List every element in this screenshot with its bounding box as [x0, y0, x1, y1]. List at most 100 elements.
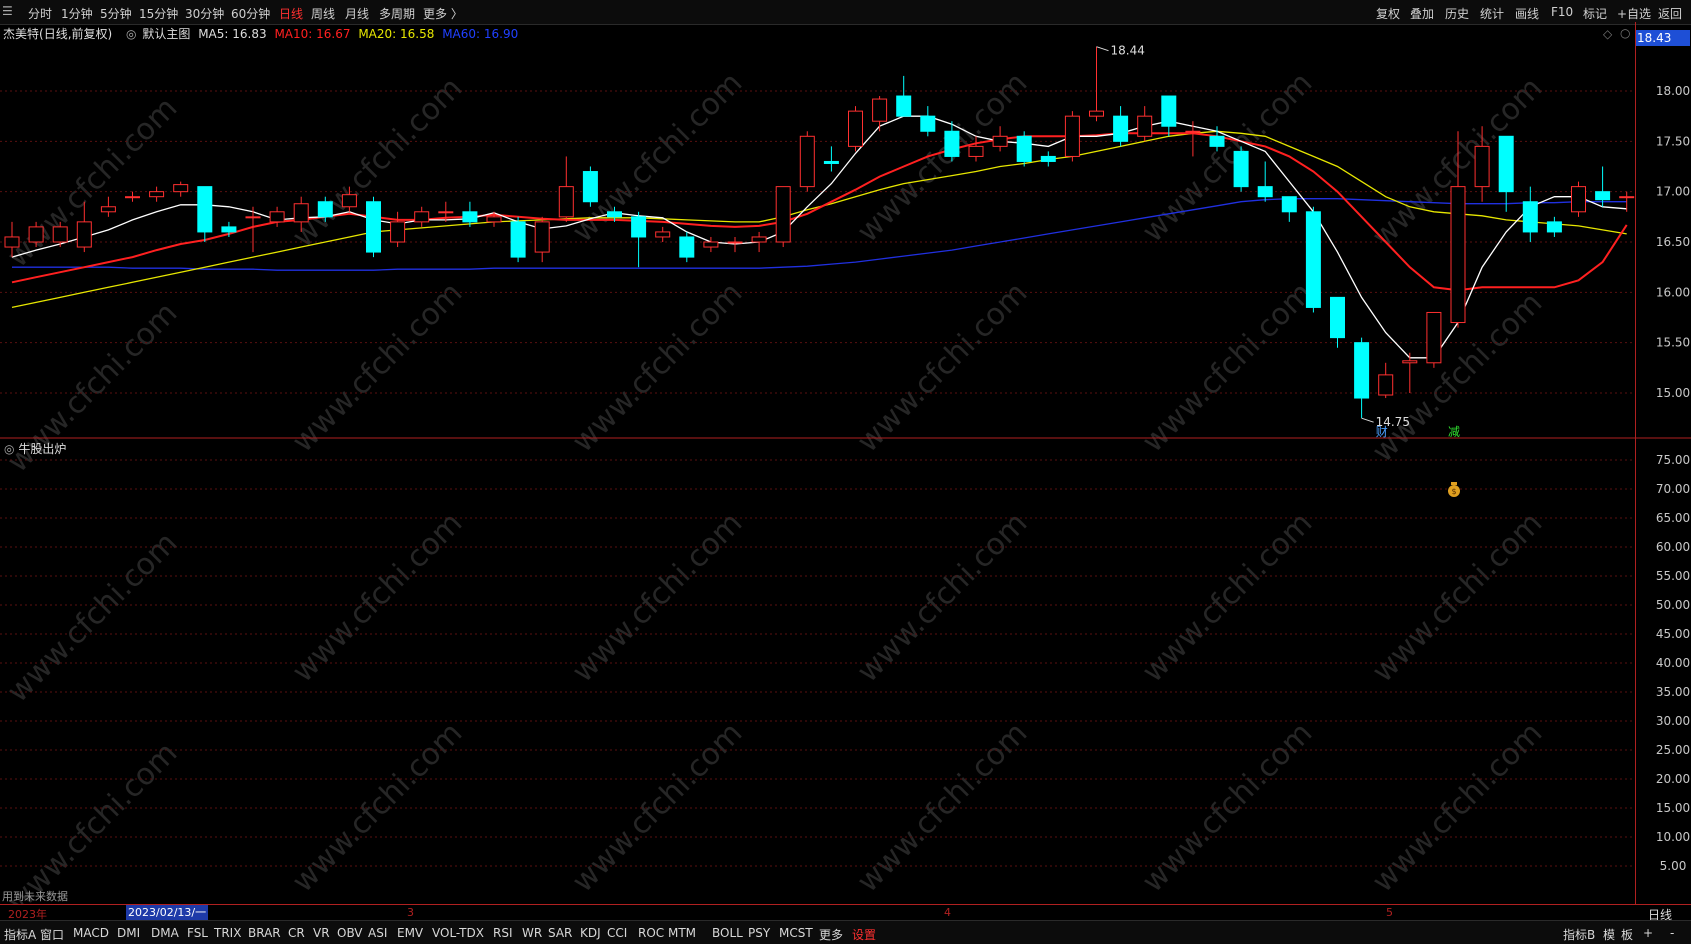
- candle-body-up: [486, 216, 502, 223]
- candle-body-down: [462, 211, 478, 223]
- money-bag-icon-top: [1451, 482, 1457, 485]
- candle-body-up: [269, 211, 285, 223]
- indicator-name[interactable]: 牛股出炉: [18, 442, 66, 456]
- candle-body-up: [992, 135, 1008, 147]
- price-tick-label: 15.00: [1656, 386, 1690, 400]
- bottombar-right-1[interactable]: 模: [1603, 926, 1615, 943]
- candle-body-up: [438, 211, 454, 214]
- candle-body-down: [823, 160, 839, 164]
- indicator-tick-label: 75.00: [1656, 453, 1690, 467]
- indicator-tab-22[interactable]: PSY: [748, 926, 770, 940]
- indicator-tab-2[interactable]: MACD: [73, 926, 109, 940]
- diamond-icon[interactable]: ◇: [1603, 27, 1612, 41]
- mark-button[interactable]: 标记: [1583, 5, 1607, 22]
- indicator-tab-23[interactable]: MCST: [779, 926, 813, 940]
- kline-chart[interactable]: 18.00 17.50 17.00 16.50 16.00 15.50 15.00 18.44…: [0, 22, 1691, 904]
- bottombar-right-0[interactable]: 指标B: [1563, 926, 1595, 943]
- indicator-tab-11[interactable]: ASI: [368, 926, 387, 940]
- indicator-tab-21[interactable]: BOLL: [712, 926, 743, 940]
- tab-15min[interactable]: 15分钟: [139, 5, 178, 22]
- bottombar-right-4[interactable]: -: [1670, 926, 1674, 940]
- indicator-tab-20[interactable]: MTM: [668, 926, 696, 940]
- draw-line-button[interactable]: 画线: [1515, 5, 1539, 22]
- candle-body-up: [968, 145, 984, 157]
- indicator-tab-24[interactable]: 更多: [819, 926, 843, 943]
- indicator-tab-13[interactable]: VOL-TDX: [432, 926, 484, 940]
- add-watchlist-button[interactable]: +自选: [1617, 5, 1651, 22]
- indicator-tab-10[interactable]: OBV: [337, 926, 363, 940]
- circle-icon[interactable]: ○: [1620, 26, 1630, 40]
- tab-60min[interactable]: 60分钟: [231, 5, 270, 22]
- indicator-tab-7[interactable]: BRAR: [248, 926, 281, 940]
- price-tick-label: 16.00: [1656, 285, 1690, 299]
- f10-button[interactable]: F10: [1551, 5, 1573, 19]
- candle-body-up: [1402, 360, 1418, 364]
- ma5-value: MA5: 16.83: [198, 27, 267, 41]
- stock-mode: (日线,前复权): [39, 27, 113, 41]
- history-button[interactable]: 历史: [1445, 5, 1469, 22]
- indicator-tick-label: 40.00: [1656, 656, 1690, 670]
- candle-body-up: [1619, 196, 1635, 199]
- price-axis-divider: [1635, 22, 1636, 904]
- event-marker-cai: 财: [1376, 425, 1388, 439]
- indicator-tab-25[interactable]: 设置: [852, 926, 876, 943]
- money-bag-symbol: $: [1451, 487, 1456, 496]
- indicator-tabbar: 指标A 窗口 MACD DMI DMA FSL TRIX BRAR CR VR OBV ASI EMV V…: [0, 920, 1691, 944]
- tab-multi-period[interactable]: 多周期: [379, 5, 415, 22]
- indicator-tab-4[interactable]: DMA: [151, 926, 179, 940]
- tab-30min[interactable]: 30分钟: [185, 5, 224, 22]
- indicator-tab-14[interactable]: RSI: [493, 926, 513, 940]
- indicator-tab-8[interactable]: CR: [288, 926, 305, 940]
- tab-monthly[interactable]: 月线: [345, 5, 369, 22]
- fuquan-button[interactable]: 复权: [1376, 5, 1400, 22]
- tab-daily[interactable]: 日线: [279, 5, 303, 22]
- price-tick-label: 17.50: [1656, 134, 1690, 148]
- indicator-tab-3[interactable]: DMI: [117, 926, 140, 940]
- month-mark-4: 4: [944, 906, 951, 919]
- candle-body-up: [28, 226, 44, 243]
- price-tick-label: 16.50: [1656, 235, 1690, 249]
- indicator-tab-16[interactable]: SAR: [548, 926, 572, 940]
- back-button[interactable]: 返回: [1658, 5, 1682, 22]
- price-tick-label: 17.00: [1656, 185, 1690, 199]
- indicator-tab-1[interactable]: 窗口: [40, 926, 64, 943]
- candle-body-down: [582, 171, 598, 203]
- candle-body-up: [1089, 110, 1104, 117]
- candle-body-up: [173, 184, 189, 193]
- indicator-dropdown-icon[interactable]: ◎: [4, 442, 14, 456]
- indicator-tick-label: 35.00: [1656, 685, 1690, 699]
- indicator-tab-12[interactable]: EMV: [397, 926, 423, 940]
- indicator-tick-label: 70.00: [1656, 482, 1690, 496]
- stock-name: 杰美特: [3, 27, 40, 41]
- candle-body-up: [1474, 145, 1490, 188]
- indicator-tick-label: 50.00: [1656, 598, 1690, 612]
- indicator-tab-5[interactable]: FSL: [187, 926, 208, 940]
- tab-more[interactable]: 更多 〉: [423, 5, 463, 22]
- indicator-tick-label: 10.00: [1656, 830, 1690, 844]
- chart-dropdown-icon[interactable]: ◎: [126, 27, 136, 41]
- indicator-tab-6[interactable]: TRIX: [214, 926, 241, 940]
- overlay-button[interactable]: 叠加: [1410, 5, 1434, 22]
- tab-weekly[interactable]: 周线: [311, 5, 335, 22]
- indicator-tab-18[interactable]: CCI: [607, 926, 627, 940]
- candle-body-down: [221, 226, 237, 233]
- menu-icon[interactable]: ☰: [2, 4, 13, 18]
- indicator-tab-0[interactable]: 指标A: [4, 926, 36, 943]
- candle-body-up: [1064, 115, 1080, 157]
- ma60-line: [12, 198, 1627, 271]
- tab-1min[interactable]: 1分钟: [61, 5, 93, 22]
- indicator-tab-9[interactable]: VR: [313, 926, 330, 940]
- candle-body-down: [1498, 135, 1514, 193]
- chart-label[interactable]: 默认主图: [142, 27, 190, 41]
- stats-button[interactable]: 统计: [1480, 5, 1504, 22]
- indicator-tab-15[interactable]: WR: [522, 926, 542, 940]
- indicator-tab-17[interactable]: KDJ: [580, 926, 601, 940]
- bottombar-right-2[interactable]: 板: [1621, 926, 1633, 943]
- tab-fenshi[interactable]: 分时: [28, 5, 52, 22]
- bottombar-right-3[interactable]: +: [1643, 926, 1653, 940]
- tab-5min[interactable]: 5分钟: [100, 5, 132, 22]
- candle-body-up: [245, 216, 261, 219]
- candle-body-down: [1595, 191, 1611, 201]
- candle-body-down: [510, 221, 526, 258]
- indicator-tab-19[interactable]: ROC: [638, 926, 664, 940]
